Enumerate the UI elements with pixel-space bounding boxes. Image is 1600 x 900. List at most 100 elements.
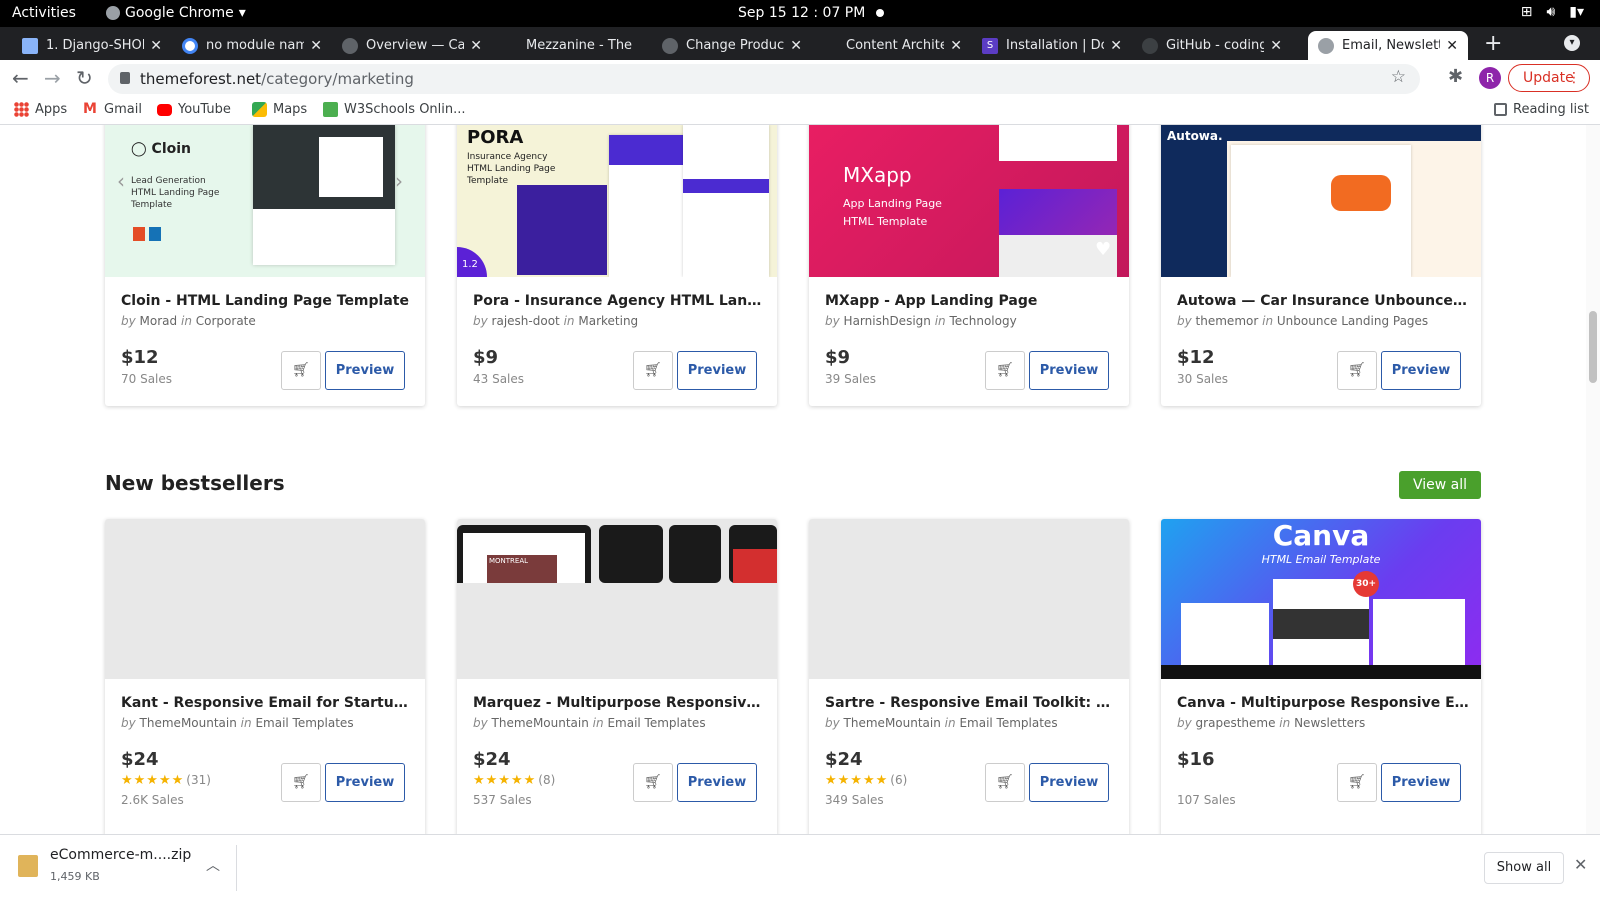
tab-2[interactable]: no module name ✕ <box>172 31 332 60</box>
preview-button[interactable]: Preview <box>1029 351 1109 390</box>
tab-active[interactable]: Email, Newslette ✕ <box>1308 31 1468 60</box>
profile-avatar[interactable]: R <box>1479 67 1501 89</box>
tab-8[interactable]: GitHub - codingf ✕ <box>1132 31 1292 60</box>
tab-4[interactable]: Mezzanine - The <box>492 31 652 60</box>
app-menu[interactable]: Google Chrome ▾ <box>106 5 246 21</box>
carousel-prev-icon[interactable]: ‹ <box>117 169 125 193</box>
page-scrollbar[interactable] <box>1586 125 1600 834</box>
preview-button[interactable]: Preview <box>1029 763 1109 802</box>
close-tab-icon[interactable]: ✕ <box>790 38 802 54</box>
carousel-next-icon[interactable]: › <box>395 169 403 193</box>
preview-button[interactable]: Preview <box>1381 351 1461 390</box>
product-thumbnail[interactable]: PORA Insurance Agency HTML Landing Page … <box>457 125 777 277</box>
add-to-cart-button[interactable]: 🛒︎ <box>985 351 1025 390</box>
product-thumbnail[interactable]: Autowa. <box>1161 125 1481 277</box>
close-tab-icon[interactable]: ✕ <box>1110 38 1122 54</box>
close-icon[interactable]: ✕ <box>1574 855 1587 874</box>
view-all-button[interactable]: View all <box>1399 471 1481 499</box>
author-link[interactable]: ThemeMountain <box>844 716 941 730</box>
preview-button[interactable]: Preview <box>325 351 405 390</box>
new-tab-button[interactable]: + <box>1484 31 1502 56</box>
category-link[interactable]: Unbounce Landing Pages <box>1277 314 1428 328</box>
preview-button[interactable]: Preview <box>677 351 757 390</box>
author-link[interactable]: Morad <box>140 314 178 328</box>
close-tab-icon[interactable]: ✕ <box>150 38 162 54</box>
tab-6[interactable]: Content Architec ✕ <box>812 31 972 60</box>
add-to-cart-button[interactable]: 🛒︎ <box>1337 351 1377 390</box>
category-link[interactable]: Email Templates <box>255 716 353 730</box>
product-title[interactable]: Kant - Responsive Email for Startups: 50… <box>121 695 413 711</box>
bookmark-maps[interactable]: Maps <box>252 102 307 117</box>
add-to-cart-button[interactable]: 🛒︎ <box>281 351 321 390</box>
product-thumbnail[interactable]: MONTREAL <box>457 519 777 679</box>
bookmark-gmail[interactable]: M Gmail <box>83 102 142 118</box>
tab-5[interactable]: Change Product ✕ <box>652 31 812 60</box>
reading-list[interactable]: Reading list <box>1494 102 1589 117</box>
update-button[interactable]: Update ⋮ <box>1508 64 1590 92</box>
category-link[interactable]: Newsletters <box>1294 716 1365 730</box>
product-title[interactable]: Cloin - HTML Landing Page Template <box>121 293 413 309</box>
product-thumbnail[interactable] <box>809 519 1129 679</box>
category-link[interactable]: Technology <box>949 314 1016 328</box>
category-link[interactable]: Email Templates <box>959 716 1057 730</box>
tab-3[interactable]: Overview — Car ✕ <box>332 31 492 60</box>
product-card[interactable]: Autowa. Autowa — Car Insurance Unbounce … <box>1161 125 1481 406</box>
product-thumbnail[interactable]: Canva HTML Email Template 30+ <box>1161 519 1481 679</box>
close-tab-icon[interactable]: ✕ <box>470 38 482 54</box>
product-thumbnail[interactable] <box>105 519 425 679</box>
system-tray[interactable]: ⊞ 🔊︎ ▮▾ <box>1521 4 1584 20</box>
product-thumbnail[interactable]: MXapp App Landing Page HTML Template ♥ <box>809 125 1129 277</box>
product-card[interactable]: MXapp App Landing Page HTML Template ♥ M… <box>809 125 1129 406</box>
close-tab-icon[interactable]: ✕ <box>950 38 962 54</box>
address-bar[interactable]: themeforest.net/category/marketing ☆ <box>108 64 1420 94</box>
tab-search-icon[interactable]: ▾ <box>1564 35 1580 51</box>
author-link[interactable]: ThemeMountain <box>140 716 237 730</box>
author-link[interactable]: ThemeMountain <box>492 716 589 730</box>
product-title[interactable]: Sartre - Responsive Email Toolkit: 120+ … <box>825 695 1117 711</box>
bookmark-star-icon[interactable]: ☆ <box>1391 67 1406 87</box>
author-link[interactable]: thememor <box>1196 314 1259 328</box>
product-card[interactable]: Canva HTML Email Template 30+ Canva - Mu… <box>1161 519 1481 834</box>
preview-button[interactable]: Preview <box>677 763 757 802</box>
bookmark-apps[interactable]: Apps <box>14 102 67 117</box>
clock[interactable]: Sep 15 12 : 07 PM <box>738 5 865 21</box>
close-tab-icon[interactable]: ✕ <box>1270 38 1282 54</box>
author-link[interactable]: grapestheme <box>1196 716 1276 730</box>
product-title[interactable]: Pora - Insurance Agency HTML Landing P..… <box>473 293 765 309</box>
download-filename[interactable]: eCommerce-m....zip <box>50 847 191 863</box>
add-to-cart-button[interactable]: 🛒︎ <box>633 351 673 390</box>
add-to-cart-button[interactable]: 🛒︎ <box>985 763 1025 802</box>
preview-button[interactable]: Preview <box>1381 763 1461 802</box>
category-link[interactable]: Email Templates <box>607 716 705 730</box>
product-title[interactable]: Marquez - Multipurpose Responsive Emai..… <box>473 695 765 711</box>
tab-7[interactable]: S Installation | Do ✕ <box>972 31 1132 60</box>
product-thumbnail[interactable]: ◯ Cloin Lead Generation HTML Landing Pag… <box>105 125 425 277</box>
product-card[interactable]: Sartre - Responsive Email Toolkit: 120+ … <box>809 519 1129 834</box>
category-link[interactable]: Corporate <box>196 314 256 328</box>
product-title[interactable]: Canva - Multipurpose Responsive Email T.… <box>1177 695 1469 711</box>
product-title[interactable]: MXapp - App Landing Page <box>825 293 1117 309</box>
back-button[interactable]: ← <box>12 66 29 90</box>
add-to-cart-button[interactable]: 🛒︎ <box>281 763 321 802</box>
favorite-heart-icon[interactable]: ♥ <box>1095 239 1111 260</box>
bookmark-w3schools[interactable]: W3Schools Onlin... <box>323 102 466 117</box>
product-card[interactable]: ◯ Cloin Lead Generation HTML Landing Pag… <box>105 125 425 406</box>
product-card[interactable]: Kant - Responsive Email for Startups: 50… <box>105 519 425 834</box>
close-tab-icon[interactable]: ✕ <box>310 38 322 54</box>
add-to-cart-button[interactable]: 🛒︎ <box>633 763 673 802</box>
close-tab-icon[interactable]: ✕ <box>1446 38 1458 54</box>
activities-button[interactable]: Activities <box>12 5 76 21</box>
author-link[interactable]: HarnishDesign <box>844 314 931 328</box>
product-title[interactable]: Autowa — Car Insurance Unbounce Landi... <box>1177 293 1469 309</box>
show-all-button[interactable]: Show all <box>1484 852 1564 884</box>
author-link[interactable]: rajesh-doot <box>492 314 560 328</box>
forward-button[interactable]: → <box>44 66 61 90</box>
tab-1[interactable]: 1. Django-SHOP ✕ <box>12 31 172 60</box>
chevron-up-icon[interactable]: ︿ <box>206 855 220 875</box>
bookmark-youtube[interactable]: YouTube <box>157 102 231 117</box>
product-card[interactable]: PORA Insurance Agency HTML Landing Page … <box>457 125 777 406</box>
product-card[interactable]: MONTREAL Marquez - Multipurpose Responsi… <box>457 519 777 834</box>
preview-button[interactable]: Preview <box>325 763 405 802</box>
category-link[interactable]: Marketing <box>578 314 638 328</box>
extensions-icon[interactable]: ✱ <box>1448 66 1463 87</box>
